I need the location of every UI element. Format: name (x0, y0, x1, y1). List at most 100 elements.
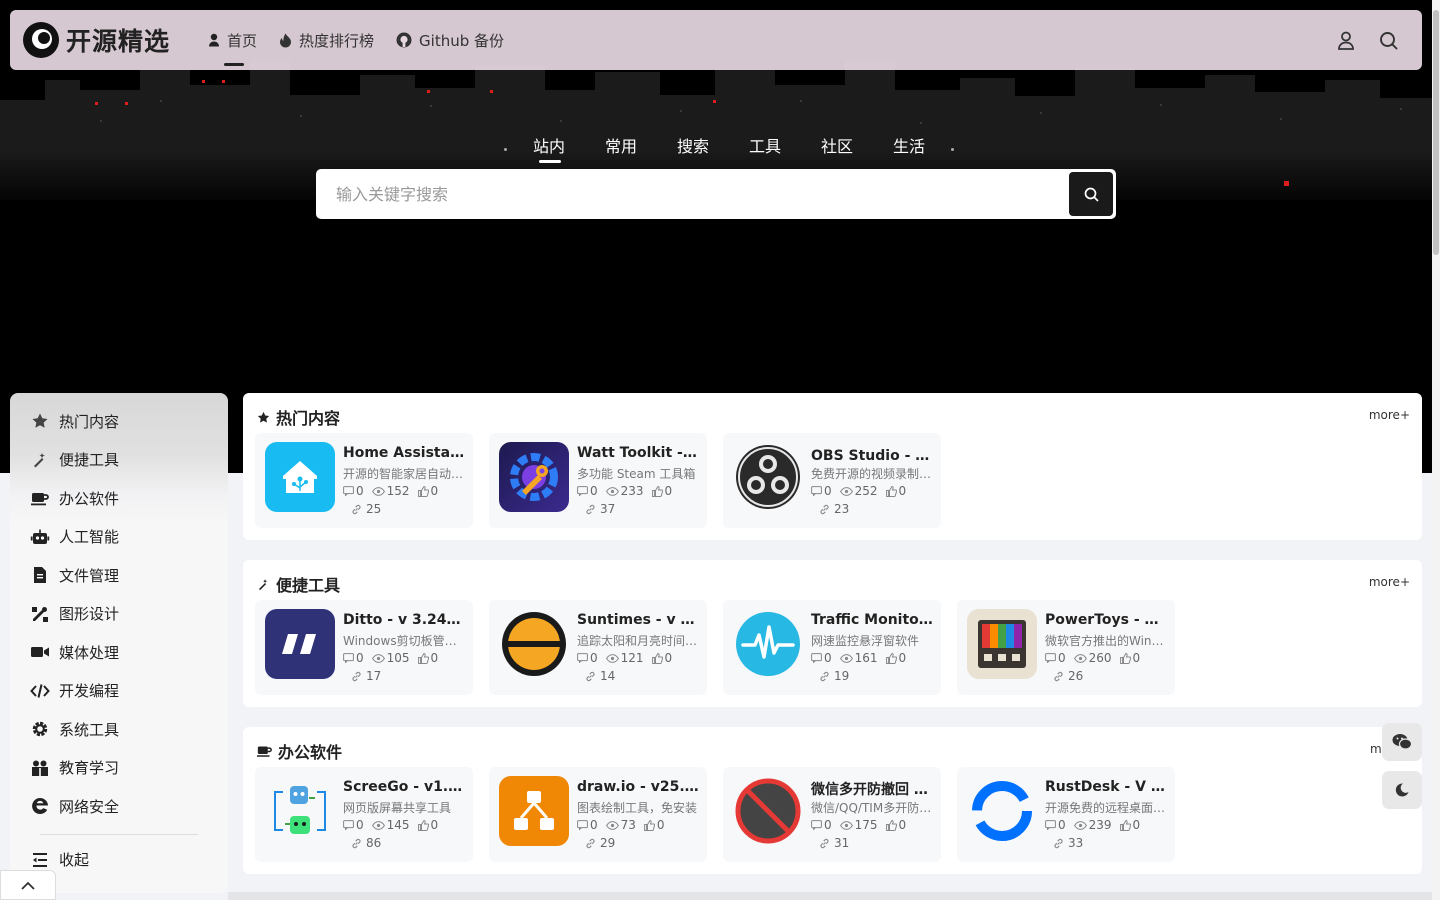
more-link[interactable]: more+ (1369, 408, 1410, 422)
more-link[interactable]: more+ (1369, 575, 1410, 589)
user-account-button[interactable] (1337, 31, 1355, 50)
scroll-to-top-button[interactable] (0, 870, 56, 900)
sidebar-item-files[interactable]: 文件管理 (10, 556, 228, 595)
wechat-icon (1392, 734, 1412, 750)
app-card[interactable]: Watt Toolkit - v3.0.0 多功能 Steam 工具箱 0 23… (489, 433, 707, 528)
eye-icon (605, 486, 619, 496)
graduation-icon (32, 760, 48, 776)
app-card[interactable]: Traffic Monitor - v1.85 网速监控悬浮窗软件 0 161 … (723, 600, 941, 695)
sidebar-item-ai[interactable]: 人工智能 (10, 518, 228, 557)
theme-toggle-button[interactable] (1382, 771, 1422, 809)
user-outline-icon (1338, 31, 1354, 50)
card-description: 免费开源的视频录制和直播软件 (811, 467, 933, 481)
chevron-up-icon (21, 881, 35, 890)
view-count: 73 (620, 818, 636, 832)
card-title: Ditto - v 3.24.246.0 (343, 612, 465, 628)
link-count: 29 (600, 836, 616, 850)
eye-icon (605, 653, 619, 663)
sidebar-item-tools[interactable]: 便捷工具 (10, 441, 228, 480)
search-input[interactable] (316, 169, 1069, 219)
like-count: 0 (430, 651, 439, 665)
card-title: Home Assistant - 2025.7.4 (343, 445, 465, 461)
eye-icon (371, 653, 385, 663)
search-tab-search[interactable]: 搜索 (657, 136, 729, 162)
comment-count: 0 (590, 484, 598, 498)
nav-hot-ranking[interactable]: 热度排行榜 (279, 10, 374, 70)
app-card[interactable]: Suntimes - v 0.16.4 追踪太阳和月亮时间的应用 0 121 0… (489, 600, 707, 695)
sidebar-item-label: 文件管理 (59, 566, 120, 585)
link-count: 19 (834, 669, 850, 683)
nav-hot-ranking-label: 热度排行榜 (299, 31, 375, 50)
card-title: RustDesk - V 1.3.3 (1045, 779, 1167, 795)
search-tab-common[interactable]: 常用 (585, 136, 657, 162)
search-tab-site[interactable]: 站内 (513, 136, 585, 163)
card-title: OBS Studio - 最新版 (811, 448, 933, 464)
wechat-float-button[interactable] (1382, 723, 1422, 761)
header-search-button[interactable] (1379, 31, 1398, 50)
search-tab-tools[interactable]: 工具 (729, 136, 801, 162)
sidebar-item-hot[interactable]: 热门内容 (10, 402, 228, 441)
app-card[interactable]: PowerToys - V 0.93.0 微软官方推出的Windows工具集 0… (957, 600, 1175, 695)
view-count: 239 (1088, 818, 1112, 832)
sidebar-item-office[interactable]: 办公软件 (10, 479, 228, 518)
more-link[interactable]: more+ (1370, 742, 1382, 756)
card-link-count: 23 (819, 502, 849, 516)
sidebar-item-media[interactable]: 媒体处理 (10, 633, 228, 672)
comment-icon (1045, 653, 1056, 663)
comment-icon (343, 820, 354, 830)
link-icon (586, 838, 595, 848)
card-description: 图表绘制工具，免安装 (577, 801, 698, 815)
sidebar-item-system[interactable]: 系统工具 (10, 710, 228, 749)
search-tab-community[interactable]: 社区 (801, 136, 873, 162)
github-icon (396, 32, 412, 48)
link-count: 26 (1068, 669, 1084, 683)
scrollbar-thumb[interactable] (1433, 10, 1439, 255)
view-count: 105 (386, 651, 410, 665)
app-card[interactable]: OBS Studio - 最新版 免费开源的视频录制和直播软件 0 252 0 … (723, 433, 941, 528)
card-link-count: 26 (1053, 669, 1083, 683)
card-description: 网速监控悬浮窗软件 (811, 634, 920, 648)
comment-count: 0 (824, 484, 832, 498)
section-title-text: 便捷工具 (276, 576, 341, 595)
card-link-count: 19 (819, 669, 849, 683)
sidebar-collapse-label: 收起 (59, 851, 90, 869)
sidebar-item-security[interactable]: 网络安全 (10, 787, 228, 826)
link-count: 31 (834, 836, 850, 850)
like-count: 0 (1132, 651, 1141, 665)
app-card[interactable]: ScreeGo - v1.11.2 网页版屏幕共享工具 0 145 0 86 (255, 767, 473, 862)
app-card[interactable]: Ditto - v 3.24.246.0 Windows剪切板管理工具 0 10… (255, 600, 473, 695)
sidebar-item-design[interactable]: 图形设计 (10, 595, 228, 634)
like-count: 0 (664, 484, 673, 498)
app-card[interactable]: draw.io - v25.0.2 图表绘制工具，免安装 0 73 0 29 (489, 767, 707, 862)
link-icon (586, 671, 595, 681)
site-logo[interactable]: 开源精选 (22, 21, 170, 59)
app-card[interactable]: RustDesk - V 1.3.3 开源免费的远程桌面软件 0 239 0 3… (957, 767, 1175, 862)
thumbs-up-icon (651, 652, 663, 664)
app-card[interactable]: Home Assistant - 2025.7.4 开源的智能家居自动化平台 0… (255, 433, 473, 528)
view-count: 233 (620, 484, 644, 498)
eye-icon (371, 486, 385, 496)
search-submit-button[interactable] (1069, 172, 1113, 216)
view-count: 161 (854, 651, 878, 665)
sidebar-item-dev[interactable]: 开发编程 (10, 672, 228, 711)
eye-icon (605, 820, 619, 830)
design-tools-icon (32, 606, 48, 622)
card-title: PowerToys - V 0.93.0 (1045, 612, 1167, 628)
section-title: 办公软件 (256, 739, 342, 763)
link-icon (820, 671, 829, 681)
horizontal-scrollbar (228, 892, 1432, 900)
comment-count: 0 (824, 651, 832, 665)
search-tab-life[interactable]: 生活 (873, 136, 945, 162)
eye-icon (839, 653, 853, 663)
collapse-menu-icon (33, 852, 47, 867)
thumbs-up-icon (885, 652, 897, 664)
nav-home[interactable]: 首页 (208, 10, 257, 70)
site-name: 开源精选 (66, 27, 171, 56)
sidebar-item-label: 图形设计 (59, 605, 120, 624)
link-count: 17 (366, 669, 382, 683)
app-card[interactable]: 微信多开防撤回 - RevokeMsgPatcher 微信/QQ/TIM多开防撤… (723, 767, 941, 862)
card-stats: 0 175 0 (811, 818, 914, 832)
nav-github-backup[interactable]: Github 备份 (396, 10, 504, 70)
magic-wand-icon (259, 578, 268, 590)
sidebar-item-education[interactable]: 教育学习 (10, 749, 228, 788)
